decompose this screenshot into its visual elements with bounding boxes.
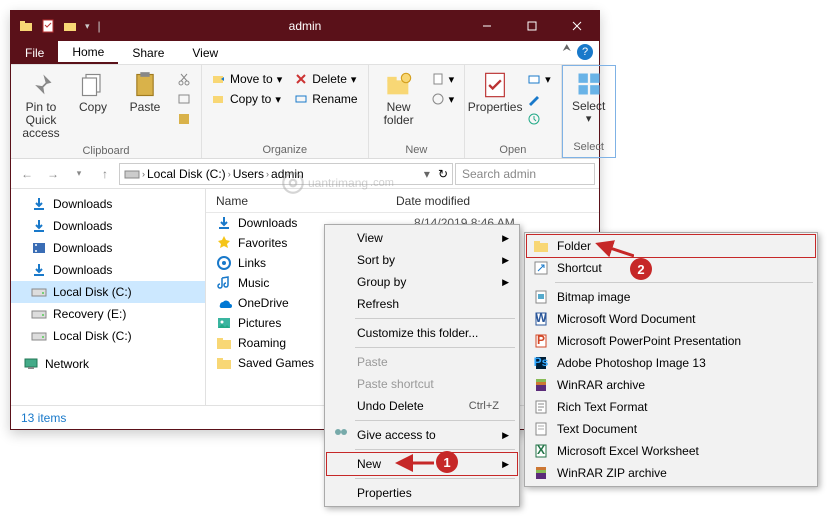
tab-view[interactable]: View: [178, 41, 232, 64]
svg-text:X: X: [537, 443, 545, 457]
ribbon-expand-icon[interactable]: ⮝: [563, 43, 572, 54]
rename-button[interactable]: Rename: [290, 89, 361, 109]
new-rich-text-format[interactable]: Rich Text Format: [527, 396, 815, 418]
select-button[interactable]: Select ▾: [565, 68, 613, 127]
minimize-button[interactable]: [464, 11, 509, 41]
ribbon: Pin to Quick access Copy Paste Clipboard…: [11, 65, 599, 159]
sidebar-item-0[interactable]: Downloads: [11, 193, 205, 215]
select-label: Select: [565, 139, 613, 155]
sidebar-item-5[interactable]: Recovery (E:): [11, 303, 205, 325]
new-bitmap-image[interactable]: Bitmap image: [527, 286, 815, 308]
arrow-2: [594, 238, 634, 261]
recent-button[interactable]: ▾: [67, 162, 91, 186]
callout-2: 2: [630, 258, 652, 280]
col-date[interactable]: Date modified: [396, 194, 470, 208]
sidebar-item-2[interactable]: Downloads: [11, 237, 205, 259]
edit-button[interactable]: [523, 89, 555, 109]
nav-tree[interactable]: DownloadsDownloadsDownloadsDownloadsLoca…: [11, 189, 206, 405]
help-button[interactable]: ?: [577, 44, 593, 60]
up-button[interactable]: ↑: [93, 162, 117, 186]
copy-path-button[interactable]: [173, 89, 195, 109]
pin-button[interactable]: Pin to Quick access: [17, 69, 65, 143]
new-folder-button[interactable]: New folder: [375, 69, 423, 129]
move-to-button[interactable]: Move to ▾: [208, 69, 286, 89]
new-winrar-zip-archive[interactable]: WinRAR ZIP archive: [527, 462, 815, 484]
crumb-2[interactable]: admin: [271, 167, 304, 181]
ctx-paste: Paste: [327, 351, 517, 373]
sidebar-item-3[interactable]: Downloads: [11, 259, 205, 281]
folder-icon: [19, 19, 33, 33]
window-title: admin: [289, 19, 322, 33]
new-shortcut[interactable]: Shortcut: [527, 257, 815, 279]
arrow-1: [394, 453, 434, 476]
ribbon-tabs: File Home Share View ⮝ ?: [11, 41, 599, 65]
open-label: Open: [471, 142, 555, 158]
ctx-properties[interactable]: Properties: [327, 482, 517, 504]
easy-access-button[interactable]: ▾: [427, 89, 459, 109]
ctx-paste-shortcut: Paste shortcut: [327, 373, 517, 395]
item-count: 13 items: [21, 411, 66, 425]
paste-shortcut-rb[interactable]: [173, 109, 195, 129]
tab-share[interactable]: Share: [118, 41, 178, 64]
new-microsoft-powerpoint-presentation[interactable]: PMicrosoft PowerPoint Presentation: [527, 330, 815, 352]
new-label: New: [375, 142, 459, 158]
new-text-document[interactable]: Text Document: [527, 418, 815, 440]
new-submenu: FolderShortcut Bitmap imageWMicrosoft Wor…: [524, 232, 818, 487]
svg-text:P: P: [537, 333, 545, 347]
tab-file[interactable]: File: [11, 41, 58, 64]
tab-home[interactable]: Home: [58, 41, 118, 64]
sidebar-item-4[interactable]: Local Disk (C:): [11, 281, 205, 303]
new-adobe-photoshop-image-13[interactable]: PsAdobe Photoshop Image 13: [527, 352, 815, 374]
properties-button[interactable]: Properties: [471, 69, 519, 116]
crumb-0[interactable]: Local Disk (C:): [147, 167, 226, 181]
new-folder[interactable]: Folder: [526, 234, 816, 258]
svg-text:W: W: [535, 311, 547, 325]
ctx-undo[interactable]: Undo DeleteCtrl+Z: [327, 395, 517, 417]
delete-button[interactable]: Delete ▾: [290, 69, 361, 89]
sidebar-item-1[interactable]: Downloads: [11, 215, 205, 237]
sidebar-item-6[interactable]: Local Disk (C:): [11, 325, 205, 347]
crumb-1[interactable]: Users: [233, 167, 264, 181]
copy-button[interactable]: Copy: [69, 69, 117, 116]
callout-1: 1: [436, 451, 458, 473]
ctx-sort[interactable]: Sort by▶: [327, 249, 517, 271]
ctx-group[interactable]: Group by▶: [327, 271, 517, 293]
back-button[interactable]: ←: [15, 162, 39, 186]
close-button[interactable]: [554, 11, 599, 41]
ctx-customize[interactable]: Customize this folder...: [327, 322, 517, 344]
new-winrar-archive[interactable]: WinRAR archive: [527, 374, 815, 396]
address-bar: ← → ▾ ↑ ›Local Disk (C:) ›Users ›admin ▾…: [11, 159, 599, 189]
folder-qat-icon: [63, 19, 77, 33]
col-name[interactable]: Name: [216, 194, 396, 208]
open-button[interactable]: ▾: [523, 69, 555, 89]
organize-label: Organize: [208, 142, 362, 158]
new-item-button[interactable]: ▾: [427, 69, 459, 89]
history-button[interactable]: [523, 109, 555, 129]
maximize-button[interactable]: [509, 11, 554, 41]
svg-text:Ps: Ps: [534, 355, 549, 369]
paste-button[interactable]: Paste: [121, 69, 169, 116]
title-bar[interactable]: ▾ | admin: [11, 11, 599, 41]
drive-icon: [124, 166, 140, 182]
cut-button[interactable]: [173, 69, 195, 89]
ctx-view[interactable]: View▶: [327, 227, 517, 249]
clipboard-label: Clipboard: [17, 143, 195, 159]
sidebar-network[interactable]: Network: [11, 353, 205, 375]
ctx-refresh[interactable]: Refresh: [327, 293, 517, 315]
breadcrumb[interactable]: ›Local Disk (C:) ›Users ›admin ▾ ↻: [119, 163, 453, 185]
new-microsoft-excel-worksheet[interactable]: XMicrosoft Excel Worksheet: [527, 440, 815, 462]
ctx-give-access[interactable]: Give access to▶: [327, 424, 517, 446]
copy-to-button[interactable]: Copy to ▾: [208, 89, 286, 109]
new-microsoft-word-document[interactable]: WMicrosoft Word Document: [527, 308, 815, 330]
forward-button[interactable]: →: [41, 162, 65, 186]
search-input[interactable]: Search admin: [455, 163, 595, 185]
properties-qat-icon[interactable]: [41, 19, 55, 33]
